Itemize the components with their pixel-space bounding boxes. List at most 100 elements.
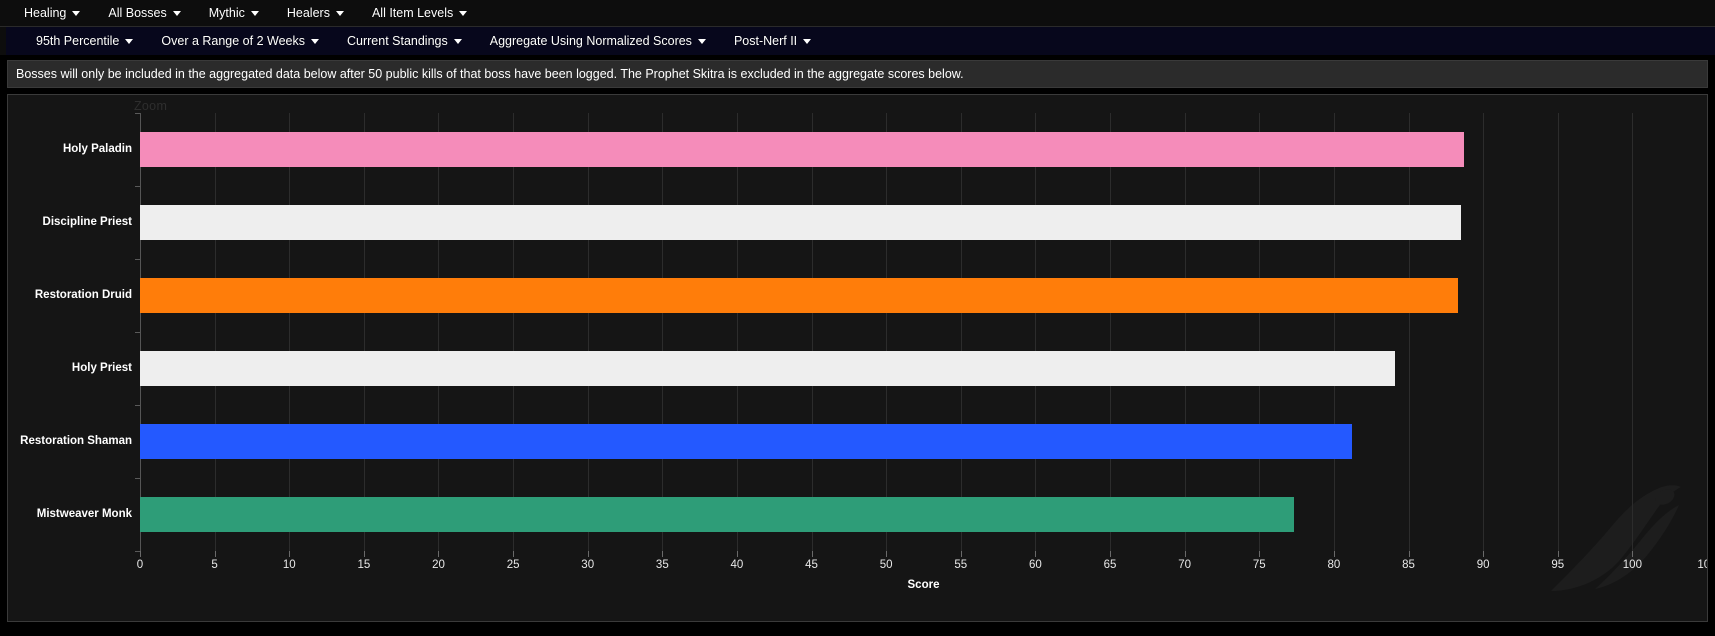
x-tick-mark [1408,551,1410,557]
x-tick-label: 0 [136,559,144,571]
bar-row[interactable]: Mistweaver Monk [37,496,1707,532]
info-banner-text: Bosses will only be included in the aggr… [7,60,1708,88]
info-banner-container: Bosses will only be included in the aggr… [0,55,1715,92]
x-tick-label: 55 [954,559,968,571]
menu-item-all-bosses[interactable]: All Bosses [94,7,194,20]
chevron-down-icon [172,10,181,16]
gridline [1483,113,1485,551]
x-tick-label: 45 [805,559,818,571]
bar-row[interactable]: Restoration Druid [35,277,1707,313]
menu-item-healers[interactable]: Healers [273,7,358,20]
x-axis-title: Score [907,579,940,591]
gridline [1259,113,1261,551]
y-tick-mark [135,259,140,260]
y-tick-mark [135,332,140,333]
x-tick-mark [736,551,738,557]
menu-item-label: All Bosses [108,5,167,20]
bar-mistweaver-monk[interactable] [140,496,1294,532]
menu-item-healing[interactable]: Healing [10,7,94,20]
bar-discipline-priest[interactable] [140,204,1461,240]
x-tick-mark [1632,551,1634,557]
zoom-label[interactable]: Zoom [134,99,167,113]
x-tick-label: 5 [211,559,218,571]
bar-restoration-druid[interactable] [140,277,1458,313]
gridline [1632,113,1634,551]
bar-row[interactable]: Restoration Shaman [20,423,1707,459]
x-tick-label: 60 [1029,559,1042,571]
bar-holy-priest[interactable] [140,350,1396,386]
x-tick-mark [1259,551,1261,557]
chart-panel: Zoom Holy Paladin Discipline Priest Restor… [7,94,1708,622]
x-tick-label: 50 [879,559,893,571]
x-tick-mark [1110,551,1112,557]
chevron-down-icon [803,38,812,44]
menu-item-time-range[interactable]: Over a Range of 2 Weeks [147,35,333,48]
x-tick-mark [587,551,589,557]
menu-item-current-standings[interactable]: Current Standings [333,35,476,48]
y-axis-line [140,113,141,551]
x-tick-mark [662,551,664,557]
x-tick-mark [886,551,888,557]
x-tick-label: 10 [282,559,296,571]
category-label: Discipline Priest [42,216,132,229]
menu-item-label: Current Standings [346,33,448,48]
x-tick-label: 20 [432,559,445,571]
x-tick-mark [289,551,291,557]
x-tick-label: 100 [1622,559,1642,571]
bar-restoration-shaman[interactable] [140,423,1352,459]
chevron-down-icon [310,38,319,44]
x-tick-mark [363,551,365,557]
menu-item-post-nerf[interactable]: Post-Nerf II [720,35,825,48]
gridline [662,113,664,551]
y-tick-mark [135,186,140,187]
category-label: Restoration Shaman [20,435,132,448]
primary-menu-bar: Healing All Bosses Mythic Healers All It… [0,0,1715,27]
menu-item-label: 95th Percentile [36,33,120,48]
gridline [1184,113,1186,551]
x-tick-mark [214,551,216,557]
bar-holy-paladin[interactable] [140,131,1464,167]
bar-row[interactable]: Discipline Priest [43,204,1707,240]
menu-item-label: Aggregate Using Normalized Scores [489,33,692,48]
gridline [1408,113,1410,551]
menu-item-95th-percentile[interactable]: 95th Percentile [22,35,147,48]
x-tick-mark [1483,551,1485,557]
bar-row[interactable]: Holy Paladin [63,131,1707,167]
x-tick-mark [438,551,440,557]
bar-row[interactable]: Holy Priest [72,350,1707,386]
chevron-down-icon [459,10,468,16]
menu-item-label: Mythic [208,5,245,20]
chevron-down-icon [72,10,81,16]
y-tick-mark [135,113,140,114]
menu-item-aggregate-method[interactable]: Aggregate Using Normalized Scores [476,35,720,48]
x-tick-mark [811,551,813,557]
x-tick-label: 65 [1103,559,1117,571]
x-tick-label: 80 [1327,559,1341,571]
category-label: Mistweaver Monk [36,508,132,521]
x-tick-label: 75 [1252,559,1266,571]
gridline [1333,113,1335,551]
gridline [1557,113,1559,551]
menu-item-all-item-levels[interactable]: All Item Levels [358,7,481,20]
gridline [363,113,365,551]
x-tick-mark [513,551,515,557]
x-tick-label: 105 [1697,559,1707,571]
category-label: Holy Priest [71,362,132,375]
x-tick-mark [1035,551,1037,557]
gridline [587,113,589,551]
x-tick-label: 40 [730,559,744,571]
gridline [289,113,291,551]
x-tick-label: 35 [655,559,669,571]
x-tick-mark [1707,551,1708,557]
category-label: Holy Paladin [62,143,132,156]
x-tick-label: 95 [1551,559,1565,571]
x-tick-label: 25 [506,559,520,571]
x-tick-mark [1333,551,1335,557]
x-tick-label: 15 [357,559,371,571]
x-tick-label: 85 [1402,559,1415,571]
menu-item-mythic[interactable]: Mythic [195,7,273,20]
y-tick-mark [135,478,140,479]
menu-item-label: Over a Range of 2 Weeks [161,33,305,48]
plot-area: Holy Paladin Discipline Priest Restoration… [20,113,1707,591]
gridline [886,113,888,551]
